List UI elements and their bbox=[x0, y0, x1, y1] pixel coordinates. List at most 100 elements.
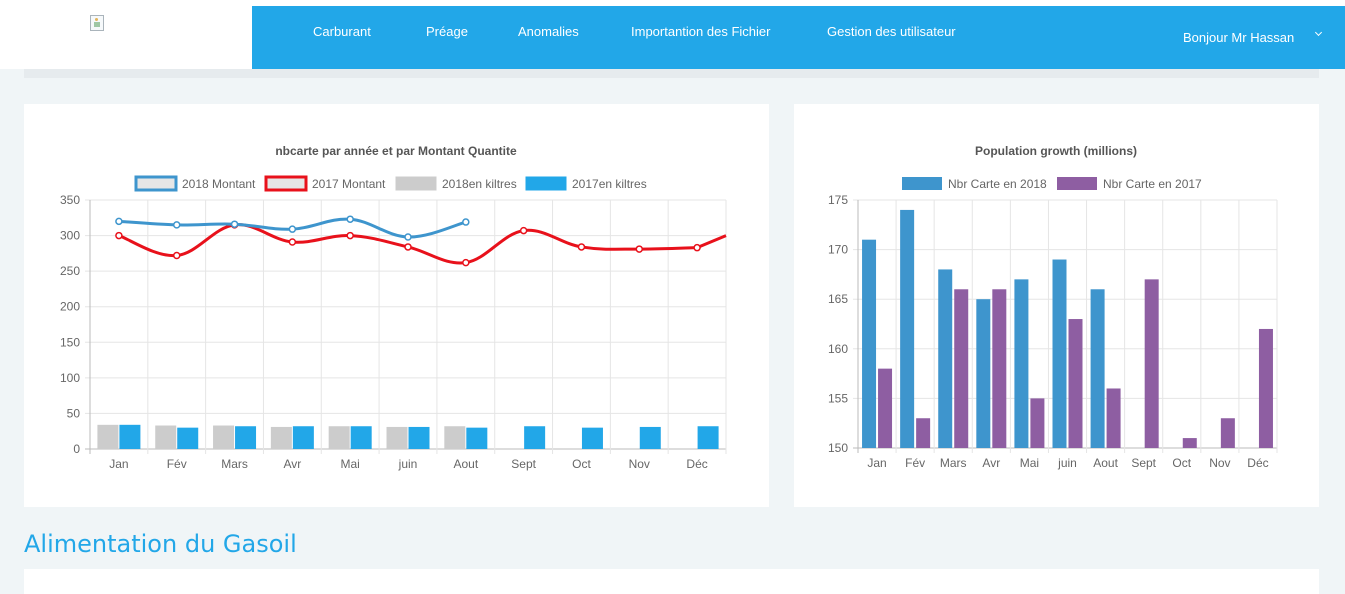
x-tick-label: Aout bbox=[1093, 456, 1118, 470]
bar-2018-carte bbox=[976, 299, 991, 448]
bar-2017-carte bbox=[1106, 388, 1121, 448]
bar-2017-kiltres bbox=[177, 427, 199, 449]
y-tick-label: 150 bbox=[828, 441, 848, 455]
bar-2017-carte bbox=[1068, 319, 1083, 448]
x-tick-label: juin bbox=[398, 457, 418, 471]
x-tick-label: Sept bbox=[511, 457, 536, 471]
line-2018-montant-point bbox=[346, 215, 354, 223]
y-tick-label: 165 bbox=[828, 292, 848, 306]
logo-area bbox=[0, 6, 252, 69]
x-tick-label: Oct bbox=[572, 457, 591, 471]
bar-2018-carte bbox=[862, 239, 877, 448]
bar-2018-carte bbox=[938, 269, 953, 448]
section-title: Alimentation du Gasoil bbox=[24, 530, 297, 558]
bar-2018-kiltres bbox=[444, 426, 466, 449]
legend-label: Nbr Carte en 2018 bbox=[948, 177, 1047, 191]
bar-2017-kiltres bbox=[466, 427, 488, 449]
line-2018-montant-point bbox=[172, 221, 181, 229]
x-tick-label: Mai bbox=[1020, 456, 1039, 470]
x-tick-label: Mai bbox=[341, 457, 360, 471]
bar-2018-kiltres bbox=[386, 426, 408, 449]
bar-2018-kiltres bbox=[213, 425, 235, 449]
bar-2018-carte bbox=[1052, 259, 1067, 448]
line-2017-montant-point bbox=[172, 251, 181, 260]
x-tick-label: Avr bbox=[982, 456, 1000, 470]
x-tick-label: Nov bbox=[629, 457, 650, 471]
bar-2018-carte bbox=[1014, 279, 1029, 448]
bar-2018-kiltres bbox=[328, 426, 350, 449]
legend-label: 2017 Montant bbox=[312, 177, 386, 191]
x-tick-label: Sept bbox=[1131, 456, 1156, 470]
x-tick-label: Mars bbox=[940, 456, 967, 470]
y-tick-label: 350 bbox=[60, 193, 80, 207]
legend-swatch bbox=[264, 175, 308, 192]
legend-swatch bbox=[1057, 177, 1097, 190]
x-tick-label: Déc bbox=[1247, 456, 1268, 470]
x-tick-label: Nov bbox=[1209, 456, 1230, 470]
y-tick-label: 100 bbox=[60, 371, 80, 385]
x-tick-label: Jan bbox=[867, 456, 886, 470]
y-tick-label: 50 bbox=[67, 406, 81, 420]
bar-2017-carte bbox=[1144, 279, 1159, 448]
line-2017-montant-point bbox=[288, 238, 297, 246]
bar-2017-carte bbox=[916, 418, 931, 448]
legend-swatch bbox=[902, 177, 942, 190]
nav-item-carburant[interactable]: Carburant bbox=[313, 0, 371, 63]
bar-2017-carte bbox=[1030, 398, 1045, 448]
bar-2017-kiltres bbox=[524, 426, 546, 449]
nav-item-anomalies[interactable]: Anomalies bbox=[518, 0, 579, 63]
chart-card-population: Population growth (millions) Nbr Carte en… bbox=[794, 104, 1319, 507]
nav-item-importation-fichier[interactable]: Importantion des Fichier bbox=[631, 0, 770, 63]
bar-2017-kiltres bbox=[697, 426, 719, 449]
user-menu[interactable]: Bonjour Mr Hassan bbox=[1183, 6, 1294, 69]
x-tick-label: Fév bbox=[167, 457, 187, 471]
bar-2017-kiltres bbox=[292, 426, 314, 449]
bar-2017-carte bbox=[1220, 418, 1235, 448]
y-tick-label: 155 bbox=[828, 391, 848, 405]
legend-swatch bbox=[134, 175, 178, 192]
bar-2018-kiltres bbox=[97, 424, 119, 449]
line-2017-montant-point bbox=[519, 226, 528, 235]
legend-swatch bbox=[395, 176, 437, 191]
y-tick-label: 200 bbox=[60, 300, 80, 314]
chart-title: Population growth (millions) bbox=[975, 144, 1137, 158]
nav-item-preage[interactable]: Préage bbox=[426, 0, 468, 63]
bar-2018-carte bbox=[1090, 289, 1105, 448]
bar-2017-carte bbox=[1182, 438, 1197, 448]
legend-label: 2018en kiltres bbox=[442, 177, 517, 191]
bottom-card bbox=[24, 569, 1319, 594]
y-tick-label: 170 bbox=[828, 243, 848, 257]
y-tick-label: 175 bbox=[828, 193, 848, 207]
line-2018-montant-point bbox=[115, 217, 123, 226]
bar-2017-kiltres bbox=[581, 427, 603, 449]
line-2017-montant-point bbox=[404, 243, 412, 251]
bar-2017-kiltres bbox=[350, 426, 372, 449]
chart-montant-quantite: nbcarte par année et par Montant Quantit… bbox=[60, 144, 727, 471]
line-2017-montant-point bbox=[577, 243, 586, 251]
bar-2017-kiltres bbox=[639, 426, 661, 449]
line-2018-montant-point bbox=[288, 225, 297, 233]
line-2017-montant-point bbox=[462, 258, 470, 267]
x-tick-label: Jan bbox=[109, 457, 128, 471]
bar-2018-kiltres bbox=[270, 426, 292, 449]
bar-2017-carte bbox=[992, 289, 1007, 448]
x-tick-label: Avr bbox=[283, 457, 301, 471]
line-2018-montant-point bbox=[230, 220, 239, 228]
header-band bbox=[24, 69, 1319, 78]
chart-nbr-carte: Population growth (millions) Nbr Carte en… bbox=[828, 144, 1278, 470]
bar-2017-kiltres bbox=[235, 426, 257, 449]
nav-item-gestion-utilisateurs[interactable]: Gestion des utilisateur bbox=[827, 0, 956, 63]
legend-label: 2017en kiltres bbox=[572, 177, 647, 191]
line-2017-montant-point bbox=[115, 231, 123, 240]
y-tick-label: 250 bbox=[60, 264, 80, 278]
x-tick-label: juin bbox=[1057, 456, 1077, 470]
legend-label: 2018 Montant bbox=[182, 177, 256, 191]
legend-swatch bbox=[525, 176, 567, 191]
bar-2017-carte bbox=[878, 368, 893, 448]
y-tick-label: 300 bbox=[60, 229, 80, 243]
x-tick-label: Fév bbox=[905, 456, 925, 470]
line-2018-montant-point bbox=[462, 218, 470, 226]
x-tick-label: Oct bbox=[1172, 456, 1191, 470]
y-tick-label: 160 bbox=[828, 342, 848, 356]
bar-2017-kiltres bbox=[119, 424, 141, 449]
